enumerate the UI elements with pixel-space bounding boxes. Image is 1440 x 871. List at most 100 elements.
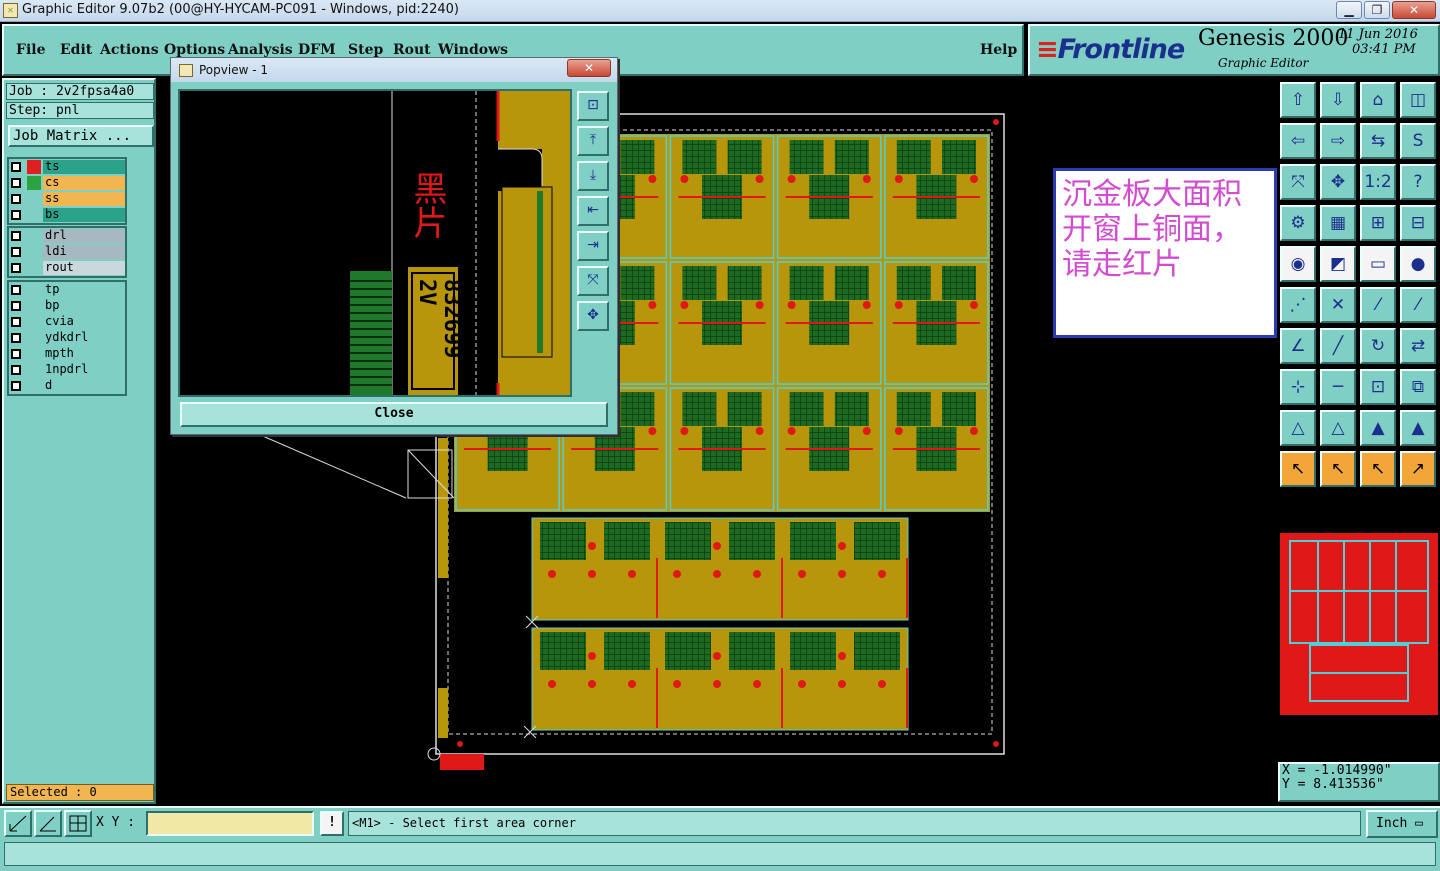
xy-input[interactable] bbox=[146, 811, 314, 836]
layer-name[interactable]: drl bbox=[43, 229, 125, 243]
popview-up-icon[interactable]: ⤒ bbox=[577, 126, 609, 156]
layer-color-swatch[interactable] bbox=[27, 261, 41, 275]
layer-name[interactable]: ydkdrl bbox=[43, 331, 125, 345]
layer-name[interactable]: d bbox=[43, 379, 125, 393]
warning-button[interactable]: ! bbox=[320, 811, 344, 836]
pointer-path-tool-button[interactable]: ↗ bbox=[1400, 451, 1436, 487]
layer-color-swatch[interactable] bbox=[27, 192, 41, 206]
measure-tool-button[interactable]: ◩ bbox=[1320, 246, 1356, 282]
layer-name[interactable]: 1npdrl bbox=[43, 363, 125, 377]
minimize-button[interactable]: ▁ bbox=[1336, 1, 1362, 19]
layer-name[interactable]: ts bbox=[43, 160, 125, 174]
menu-file[interactable]: File bbox=[16, 42, 45, 58]
layer-row-rout[interactable]: rout bbox=[9, 260, 125, 276]
layer-row-cs[interactable]: cs bbox=[9, 175, 125, 191]
popview-canvas[interactable]: 黑片 832699 2V bbox=[178, 89, 572, 397]
split-tool-button[interactable]: ⇆ bbox=[1360, 123, 1396, 159]
layer-color-swatch[interactable] bbox=[27, 315, 41, 329]
close-window-button[interactable]: ✕ bbox=[1392, 1, 1436, 19]
tool-tool-button[interactable]: ⚙ bbox=[1280, 205, 1316, 241]
snap-mode-button[interactable] bbox=[4, 810, 32, 837]
layer-name[interactable]: tp bbox=[43, 283, 125, 297]
menu-step[interactable]: Step bbox=[348, 42, 383, 58]
layer-checkbox[interactable] bbox=[11, 381, 21, 391]
arch-line-tool-button[interactable]: ▲ bbox=[1400, 410, 1436, 446]
layer-color-swatch[interactable] bbox=[27, 363, 41, 377]
layer-color-swatch[interactable] bbox=[27, 283, 41, 297]
layer-checkbox[interactable] bbox=[11, 317, 21, 327]
layers-tool-button[interactable]: ⊞ bbox=[1360, 205, 1396, 241]
layer-color-swatch[interactable] bbox=[27, 160, 41, 174]
popview-left-icon[interactable]: ⇤ bbox=[577, 196, 609, 226]
minimap[interactable] bbox=[1278, 533, 1440, 715]
arch-tool-button[interactable]: ▲ bbox=[1360, 410, 1396, 446]
menu-edit[interactable]: Edit bbox=[60, 42, 92, 58]
layer-checkbox[interactable] bbox=[11, 194, 21, 204]
menu-help[interactable]: Help bbox=[980, 42, 1017, 58]
layer-checkbox[interactable] bbox=[11, 349, 21, 359]
pad-tool-button[interactable]: ◉ bbox=[1280, 246, 1316, 282]
job-matrix-button[interactable]: Job Matrix ... bbox=[8, 125, 154, 147]
menu-windows[interactable]: Windows bbox=[438, 42, 508, 58]
layer-color-swatch[interactable] bbox=[27, 331, 41, 345]
triangle-up-tool-button[interactable]: △ bbox=[1320, 410, 1356, 446]
scale-1-2-tool-button[interactable]: 1:2 bbox=[1360, 164, 1396, 200]
snap-tool-button[interactable]: ⁄ bbox=[1400, 287, 1436, 323]
layer-checkbox[interactable] bbox=[11, 263, 21, 273]
cross-tool-button[interactable]: ✕ bbox=[1320, 287, 1356, 323]
pan-tool-button[interactable]: ✥ bbox=[1320, 164, 1356, 200]
layer-row-mpth[interactable]: mpth bbox=[9, 346, 125, 362]
edit-line-tool-button[interactable]: ╱ bbox=[1320, 328, 1356, 364]
layer-checkbox[interactable] bbox=[11, 285, 21, 295]
move-tool-button[interactable]: ⊹ bbox=[1280, 369, 1316, 405]
layer-color-swatch[interactable] bbox=[27, 229, 41, 243]
line-tool-button[interactable]: ⁄ bbox=[1360, 287, 1396, 323]
popview-titlebar[interactable]: Popview - 1 ✕ bbox=[171, 58, 617, 82]
menu-rout[interactable]: Rout bbox=[393, 42, 431, 58]
layer-row-ydkdrl[interactable]: ydkdrl bbox=[9, 330, 125, 346]
angle-mode-button[interactable] bbox=[34, 810, 62, 837]
layer-name[interactable]: ldi bbox=[43, 245, 125, 259]
layer-name[interactable]: cs bbox=[43, 176, 125, 190]
layer-name[interactable]: rout bbox=[43, 261, 125, 275]
layer-name[interactable]: mpth bbox=[43, 347, 125, 361]
layer-row-ldi[interactable]: ldi bbox=[9, 244, 125, 260]
grid-mode-button[interactable] bbox=[64, 810, 92, 837]
arrow-right-tool-button[interactable]: ⇨ bbox=[1320, 123, 1356, 159]
popview-close-x-button[interactable]: ✕ bbox=[567, 59, 611, 77]
home-down-tool-button[interactable]: ⇩ bbox=[1320, 82, 1356, 118]
triangle-tool-button[interactable]: △ bbox=[1280, 410, 1316, 446]
layer-checkbox[interactable] bbox=[11, 333, 21, 343]
menu-dfm[interactable]: DFM bbox=[298, 42, 336, 58]
layer-color-swatch[interactable] bbox=[27, 176, 41, 190]
layer-row-ts[interactable]: ts bbox=[9, 159, 125, 175]
layers-alt-tool-button[interactable]: ⊟ bbox=[1400, 205, 1436, 241]
pointer-circle-tool-button[interactable]: ↖ bbox=[1360, 451, 1396, 487]
pointer-tool-button[interactable]: ↖ bbox=[1280, 451, 1316, 487]
layer-row-1npdrl[interactable]: 1npdrl bbox=[9, 362, 125, 378]
layer-name[interactable]: cvia bbox=[43, 315, 125, 329]
layer-row-tp[interactable]: tp bbox=[9, 282, 125, 298]
menu-options[interactable]: Options bbox=[164, 42, 225, 58]
layer-color-swatch[interactable] bbox=[27, 379, 41, 393]
layer-row-bp[interactable]: bp bbox=[9, 298, 125, 314]
layer-row-cvia[interactable]: cvia bbox=[9, 314, 125, 330]
pointer-box-tool-button[interactable]: ↖ bbox=[1320, 451, 1356, 487]
menu-analysis[interactable]: Analysis bbox=[228, 42, 293, 58]
layer-checkbox[interactable] bbox=[11, 365, 21, 375]
layer-checkbox[interactable] bbox=[11, 247, 21, 257]
home-up-tool-button[interactable]: ⇧ bbox=[1280, 82, 1316, 118]
menu-actions[interactable]: Actions bbox=[100, 42, 159, 58]
ruler-tool-button[interactable]: ▭ bbox=[1360, 246, 1396, 282]
house-tool-button[interactable]: ⌂ bbox=[1360, 82, 1396, 118]
window-tool-button[interactable]: ◫ bbox=[1400, 82, 1436, 118]
nodes-tool-button[interactable]: ⋰ bbox=[1280, 287, 1316, 323]
layer-color-swatch[interactable] bbox=[27, 347, 41, 361]
flip-tool-button[interactable]: ⇄ bbox=[1400, 328, 1436, 364]
fit-tool-button[interactable]: ⤧ bbox=[1280, 164, 1316, 200]
popview-zoom-icon[interactable]: ⊡ bbox=[577, 91, 609, 121]
layer-row-drl[interactable]: drl bbox=[9, 228, 125, 244]
s-curve-tool-button[interactable]: S bbox=[1400, 123, 1436, 159]
minus-tool-button[interactable]: ─ bbox=[1320, 369, 1356, 405]
layer-checkbox[interactable] bbox=[11, 178, 21, 188]
